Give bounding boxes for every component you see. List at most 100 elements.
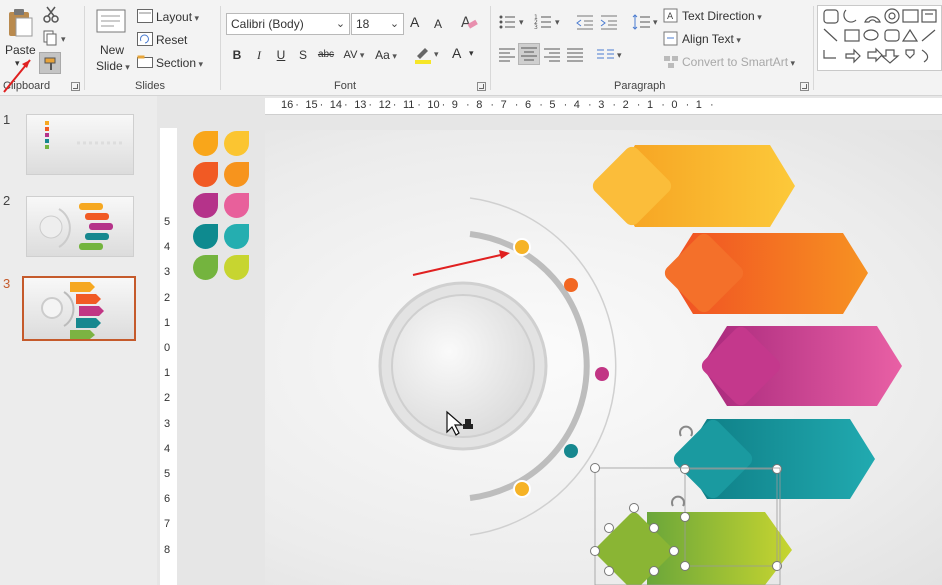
thumbnail-number: 1 — [3, 112, 11, 127]
arrow-shape-green[interactable] — [593, 510, 792, 585]
font-launcher[interactable] — [477, 82, 486, 91]
align-left-icon[interactable] — [498, 46, 516, 64]
section-button[interactable]: Section — [156, 56, 203, 70]
color-swatch[interactable] — [224, 131, 249, 156]
ruler-label: 5 — [549, 99, 556, 111]
ruler-label: 16 — [281, 99, 294, 111]
align-right-icon[interactable] — [543, 46, 561, 64]
font-size-value: 18 — [356, 17, 370, 31]
clipboard-launcher[interactable] — [71, 82, 80, 91]
svg-text:▾: ▾ — [434, 50, 439, 60]
change-case-button[interactable]: Aa — [372, 46, 400, 64]
svg-text:▾: ▾ — [617, 51, 622, 61]
decrease-indent-icon[interactable] — [576, 13, 594, 31]
italic-button[interactable]: I — [250, 46, 268, 64]
slide-thumbnail-2[interactable] — [26, 196, 134, 257]
clipboard-icon — [9, 9, 33, 37]
paragraph-launcher[interactable] — [800, 82, 809, 91]
align-text-icon — [663, 31, 678, 46]
color-swatch[interactable] — [224, 193, 249, 218]
arc-dot-yellow-bottom[interactable] — [513, 480, 531, 498]
increase-indent-icon[interactable] — [600, 13, 618, 31]
shadow-button[interactable]: S — [294, 46, 312, 64]
ruler-label: 4 — [164, 442, 171, 455]
layout-button[interactable]: Layout — [156, 10, 199, 24]
copy-icon[interactable]: ▾ — [42, 30, 70, 46]
slide-thumbnail-pane: 1 2 3 — [0, 96, 157, 585]
shapes-gallery[interactable] — [817, 5, 942, 71]
character-spacing-button[interactable]: AV — [340, 46, 368, 64]
arc-dot-teal[interactable] — [564, 444, 578, 458]
grow-font-button[interactable]: A — [410, 14, 419, 30]
slide-thumbnail-3[interactable] — [22, 276, 136, 341]
justify-icon[interactable] — [566, 46, 584, 64]
svg-text:A: A — [667, 12, 674, 22]
svg-text:▾: ▾ — [555, 18, 560, 28]
font-color-button[interactable]: A ▾ — [450, 44, 480, 66]
color-swatch[interactable] — [193, 131, 218, 156]
arrow-shape-teal[interactable] — [671, 417, 875, 502]
ruler-tick: · — [490, 99, 495, 111]
strikethrough-button[interactable]: abc — [316, 46, 336, 64]
ruler-tick: · — [392, 99, 397, 111]
svg-text:A: A — [461, 15, 471, 31]
color-swatch[interactable] — [224, 255, 249, 280]
horizontal-ruler: 16 · 15 · 14 · 13 · 12 · 11 · 10 · 9 · 8 · 7 · 6 · 5 · 4 · 3 · 2 · 1 · 0… — [265, 98, 942, 115]
color-swatch[interactable] — [193, 255, 218, 280]
ruler-label: 0 — [671, 99, 678, 111]
center-circle[interactable] — [391, 294, 535, 438]
font-size-combo[interactable]: 18 ⌄ — [351, 13, 404, 35]
ruler-label: 9 — [451, 99, 458, 111]
bold-button[interactable]: B — [228, 46, 246, 64]
arrow-shape-yellow[interactable] — [590, 144, 795, 229]
ruler-label: 10 — [427, 99, 440, 111]
ruler-label: 1 — [695, 99, 702, 111]
color-swatch[interactable] — [193, 224, 218, 249]
color-swatch[interactable] — [193, 193, 218, 218]
ruler-label: 0 — [164, 342, 171, 354]
cut-icon[interactable] — [42, 6, 60, 24]
clear-formatting-icon[interactable]: A — [459, 13, 479, 31]
convert-smartart-button[interactable]: Convert to SmartArt — [682, 55, 795, 69]
arc-dot-magenta[interactable] — [595, 367, 609, 381]
arc-dot-orange[interactable] — [564, 278, 578, 292]
shrink-font-button[interactable]: A — [434, 17, 442, 31]
divider — [490, 6, 491, 90]
color-swatch[interactable] — [193, 162, 218, 187]
arrow-shape-orange[interactable] — [662, 231, 868, 316]
ruler-label: 8 — [476, 99, 483, 111]
text-direction-button[interactable]: Text Direction — [682, 9, 762, 23]
align-center-icon — [521, 47, 537, 61]
numbering-icon[interactable]: 1 2 3 ▾ — [534, 13, 564, 31]
slide-thumbnail-1[interactable] — [26, 114, 134, 175]
font-group-label: Font — [334, 80, 357, 92]
highlight-button[interactable]: ▾ — [413, 44, 443, 66]
ruler-tick: · — [539, 99, 543, 111]
line-spacing-icon[interactable]: ▾ — [632, 13, 660, 31]
reset-icon — [137, 32, 153, 46]
align-center-button[interactable] — [518, 43, 540, 65]
font-name-combo[interactable]: Calibri (Body) ⌄ — [226, 13, 350, 35]
slide-canvas[interactable] — [265, 130, 942, 585]
bullets-icon[interactable]: ▾ — [498, 13, 528, 31]
thumbnail-number: 3 — [3, 276, 11, 291]
new-slide-button[interactable]: New Slide — [92, 6, 132, 76]
text-direction-icon: A — [663, 8, 678, 23]
annotation-arrow-icon — [412, 250, 510, 276]
ruler-label: 15 — [305, 99, 318, 111]
ruler-tick: · — [319, 99, 324, 111]
reset-button[interactable]: Reset — [156, 33, 187, 47]
color-swatch[interactable] — [224, 224, 249, 249]
color-swatch[interactable] — [224, 162, 249, 187]
highlighter-icon: ▾ — [415, 48, 439, 64]
ruler-label: 12 — [378, 99, 391, 111]
columns-icon[interactable]: ▾ — [596, 46, 626, 64]
underline-button[interactable]: U — [272, 46, 290, 64]
ruler-tick: · — [344, 99, 348, 111]
arrow-shape-magenta[interactable] — [699, 324, 902, 409]
ruler-label: 3 — [598, 99, 605, 111]
align-text-button[interactable]: Align Text — [682, 32, 741, 46]
chevron-down-icon: ▾ — [469, 48, 474, 58]
ruler-label: 3 — [164, 417, 171, 430]
shapes-gallery-icon — [823, 8, 937, 64]
